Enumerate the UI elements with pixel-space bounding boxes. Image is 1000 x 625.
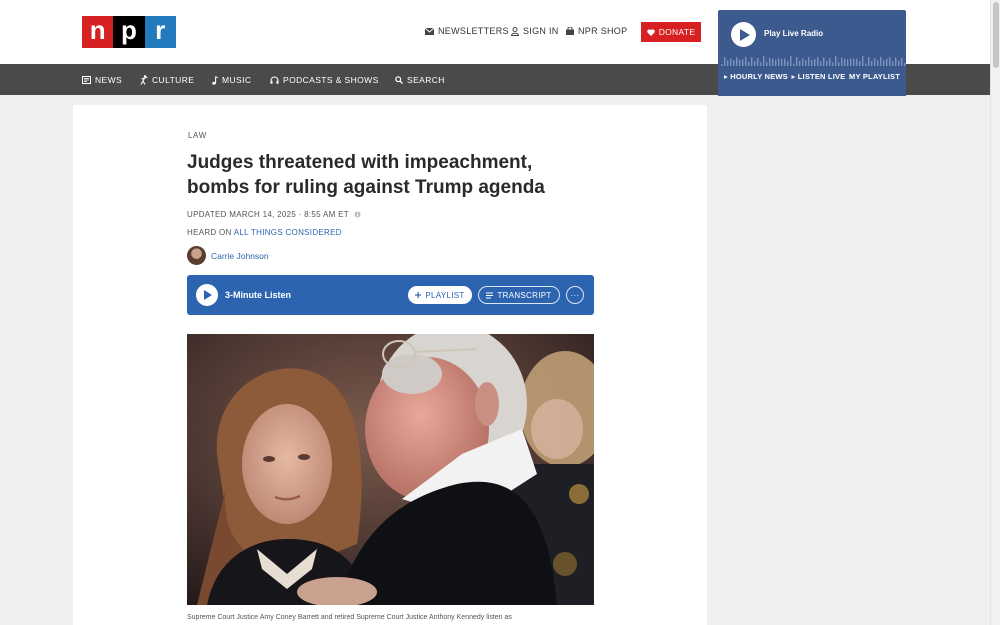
- justices-photo-illustration: [187, 334, 594, 605]
- add-to-playlist-button[interactable]: PLAYLIST: [408, 286, 472, 304]
- audio-player-bar: 3-Minute Listen PLAYLIST TRANSCRIPT ···: [187, 275, 594, 315]
- program-link[interactable]: ALL THINGS CONSIDERED: [234, 228, 342, 237]
- audio-waveform-graphic: [721, 56, 906, 66]
- photo-caption: Supreme Court Justice Amy Coney Barrett …: [187, 614, 512, 621]
- nav-item-music[interactable]: MUSIC: [212, 75, 251, 85]
- nav-item-podcasts-shows[interactable]: PODCASTS & SHOWS: [270, 75, 379, 85]
- npr-shop-label: NPR SHOP: [578, 26, 628, 36]
- sign-in-link[interactable]: SIGN IN: [511, 26, 559, 36]
- nav-label-search: SEARCH: [407, 75, 445, 85]
- playlist-label: PLAYLIST: [425, 290, 465, 300]
- nav-item-news[interactable]: NEWS: [82, 75, 122, 85]
- author-link[interactable]: Carrie Johnson: [211, 251, 269, 261]
- search-icon: [395, 76, 403, 84]
- heart-icon: [646, 28, 655, 36]
- nav-label-news: NEWS: [95, 75, 123, 85]
- sign-in-label: SIGN IN: [523, 26, 559, 36]
- transcript-icon: [486, 292, 494, 298]
- scrollbar-thumb[interactable]: [993, 2, 999, 68]
- listen-live-link[interactable]: ▸ LISTEN LIVE: [792, 72, 846, 81]
- updated-text: UPDATED MARCH 14, 2025 · 8:55 AM ET: [187, 210, 349, 219]
- logo-letter-r: r: [144, 16, 176, 48]
- dancer-icon: [140, 75, 148, 85]
- more-options-icon: ···: [570, 290, 580, 300]
- heard-on-prefix: HEARD ON: [187, 228, 234, 237]
- hourly-news-link[interactable]: ▸ HOURLY NEWS: [724, 72, 788, 81]
- plus-icon: [415, 292, 422, 298]
- nav-label-music: MUSIC: [222, 75, 252, 85]
- live-radio-player: Play Live Radio ▸ HOURLY NEWS ▸ LISTEN L…: [718, 10, 906, 96]
- audio-duration-label: 3-Minute Listen: [225, 290, 292, 300]
- user-icon: [511, 26, 519, 36]
- more-options-button[interactable]: ···: [566, 286, 584, 304]
- player-links: ▸ HOURLY NEWS ▸ LISTEN LIVE MY PLAYLIST: [718, 72, 906, 81]
- heard-on-line: HEARD ON ALL THINGS CONSIDERED: [187, 228, 342, 237]
- transcript-label: TRANSCRIPT: [497, 290, 552, 300]
- newsletters-label: NEWSLETTERS: [438, 26, 509, 36]
- donate-button[interactable]: DONATE: [641, 22, 701, 42]
- article-updated-date: UPDATED MARCH 14, 2025 · 8:55 AM ET: [187, 210, 361, 219]
- donate-label: DONATE: [658, 27, 696, 37]
- my-playlist-link[interactable]: MY PLAYLIST: [849, 72, 900, 81]
- info-icon[interactable]: [354, 211, 361, 218]
- newspaper-icon: [82, 76, 91, 84]
- shopping-bag-icon: [566, 27, 574, 35]
- npr-logo[interactable]: n p r: [82, 16, 176, 48]
- newsletters-link[interactable]: NEWSLETTERS: [425, 26, 509, 36]
- article-headline: Judges threatened with impeachment, bomb…: [187, 152, 545, 198]
- logo-letter-p: p: [113, 16, 145, 48]
- nav-label-culture: CULTURE: [152, 75, 195, 85]
- play-live-radio-button[interactable]: [731, 22, 756, 47]
- audio-play-button[interactable]: [196, 284, 218, 306]
- transcript-button[interactable]: TRANSCRIPT: [478, 286, 560, 304]
- logo-letter-n: n: [82, 16, 114, 48]
- nav-label-podcasts-shows: PODCASTS & SHOWS: [283, 75, 379, 85]
- nav-item-culture[interactable]: CULTURE: [140, 75, 194, 85]
- envelope-icon: [425, 27, 434, 35]
- byline: Carrie Johnson: [187, 246, 269, 265]
- npr-shop-link[interactable]: NPR SHOP: [566, 26, 627, 36]
- page-scrollbar[interactable]: [990, 0, 1000, 625]
- play-live-radio-label: Play Live Radio: [764, 29, 824, 38]
- article-photo[interactable]: [187, 334, 594, 605]
- music-note-icon: [212, 75, 218, 85]
- author-avatar[interactable]: [187, 246, 206, 265]
- article-section-label[interactable]: LAW: [188, 131, 207, 140]
- nav-item-search[interactable]: SEARCH: [395, 75, 445, 85]
- headphones-icon: [270, 76, 279, 84]
